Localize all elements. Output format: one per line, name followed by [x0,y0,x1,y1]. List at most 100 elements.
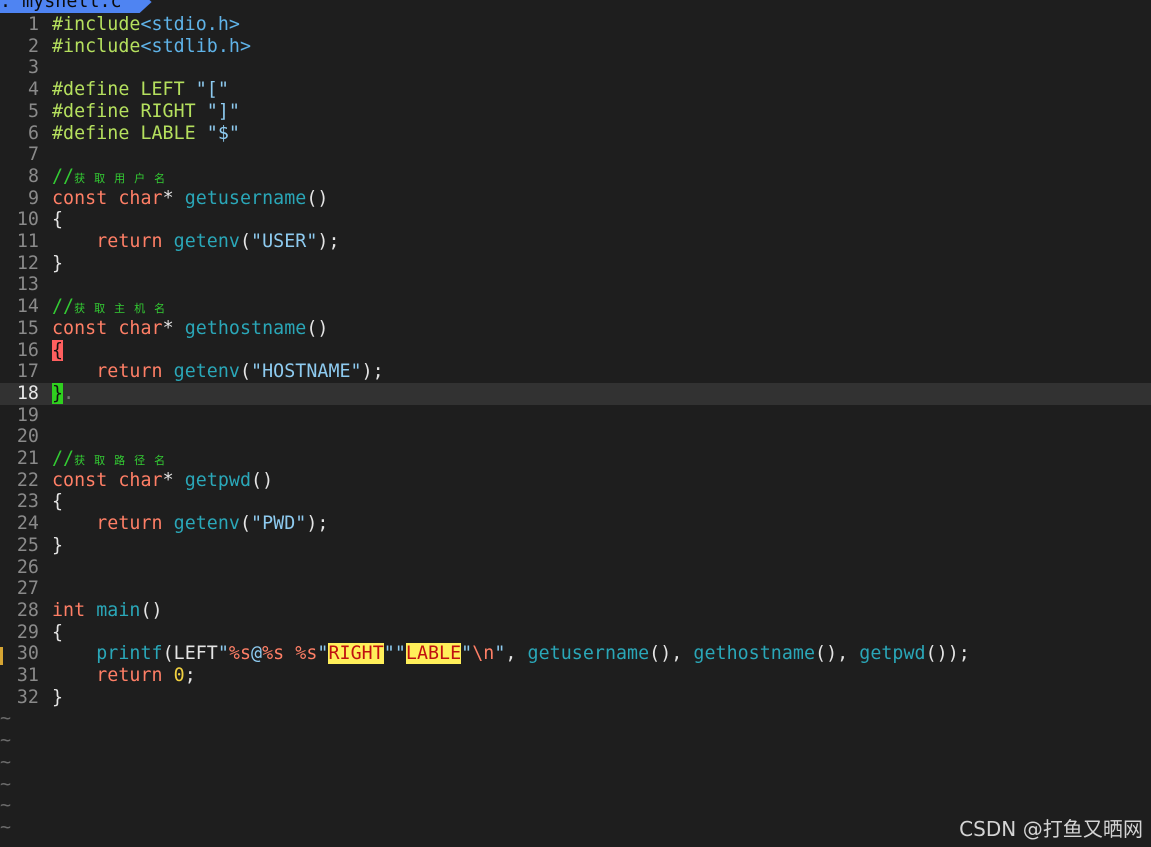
line-number: 5 [27,100,39,122]
file-tab[interactable]: : myshell.c [0,0,152,13]
code-line[interactable]: 12} [0,253,1151,275]
line-number: 19 [16,404,39,426]
code-line[interactable]: 25} [0,535,1151,557]
code-token: #define LEFT [52,79,196,101]
code-line[interactable]: 17 return getenv("HOSTNAME"); [0,361,1151,383]
code-line[interactable]: 31 return 0; [0,665,1151,687]
code-line[interactable]: 24 return getenv("PWD"); [0,513,1151,535]
code-token: * [162,317,185,339]
code-token: #define RIGHT [52,100,207,122]
code-line[interactable]: 21 //获取路径名 [0,448,1151,470]
code-line[interactable]: 30 printf(LEFT"%s@%s %s"RIGHT""LABLE"\n"… [0,643,1151,666]
tabline: : myshell.c [0,0,1151,13]
code-token: } [52,534,64,556]
code-token: (), [815,643,860,665]
code-token: %s [262,643,285,665]
code-token: { [52,621,64,643]
line-number: 2 [27,35,39,57]
code-text: #define LEFT "[" [52,79,229,101]
code-line[interactable]: 6 #define LABLE "$" [0,123,1151,145]
code-line[interactable]: 26 [0,557,1151,579]
code-token: \n [472,643,495,665]
code-line[interactable]: 9 const char* getusername() [0,188,1151,210]
code-line[interactable]: 4 #define LEFT "[" [0,79,1151,101]
code-token: char [118,187,163,209]
code-text: //获取主机名 [52,296,174,320]
code-line[interactable]: 10 { [0,209,1151,231]
line-number: 27 [16,578,39,600]
code-token: const [52,187,119,209]
code-token: gethostname [184,317,307,339]
line-number: 26 [16,556,39,578]
line-number: 30 [16,643,39,665]
code-line[interactable]: 29 { [0,622,1151,644]
line-number: 24 [16,513,39,535]
code-token: { [52,491,64,513]
line-number: 18 [16,382,39,404]
line-number: 28 [16,599,39,621]
code-text: { [52,491,63,513]
line-number: 16 [16,339,39,361]
code-line[interactable]: 23 { [0,491,1151,513]
code-line[interactable]: 3 [0,57,1151,79]
code-line[interactable]: 22 const char* getpwd() [0,470,1151,492]
code-token: getenv [173,361,240,383]
code-token: " [494,643,506,665]
line-number: 1 [27,14,39,35]
code-token: } [52,382,64,404]
code-text: return getenv("PWD"); [52,513,328,535]
code-token: main [96,599,141,621]
code-line[interactable]: 19 [0,405,1151,427]
code-token: ( [239,361,252,383]
code-line[interactable]: 13 [0,274,1151,296]
code-line[interactable]: 7 [0,144,1151,166]
code-token: return [96,513,174,535]
code-line[interactable]: 5 #define RIGHT "]" [0,101,1151,123]
code-line[interactable]: 11 return getenv("USER"); [0,231,1151,253]
code-line[interactable]: 15 const char* gethostname() [0,318,1151,340]
code-line[interactable]: 14 //获取主机名 [0,296,1151,318]
code-line[interactable]: 1 #include<stdio.h> [0,14,1151,36]
code-line[interactable]: 8 //获取用户名 [0,166,1151,188]
code-text: return getenv("USER"); [52,231,340,253]
code-token: <stdlib.h> [140,35,252,57]
code-line[interactable]: 16 { [0,339,1151,362]
code-token: "USER" [251,231,318,252]
code-token: ); [317,231,340,252]
code-token: } [52,252,64,274]
code-token: " [217,643,229,665]
tilde-line: ~ [0,751,12,773]
code-line[interactable]: 28 int main() [0,600,1151,622]
code-text: //获取用户名 [52,166,174,190]
code-line[interactable]: 20 [0,426,1151,448]
code-line[interactable]: 27 [0,578,1151,600]
code-text: return 0; [52,665,196,687]
code-token: ; [184,665,196,686]
line-number: 32 [16,686,39,708]
code-token: "[" [195,79,229,101]
code-token: printf [96,643,163,665]
code-token: // [52,165,75,187]
code-token: "]" [206,100,240,122]
code-token: %s [228,643,252,665]
line-number: 4 [27,79,39,101]
code-token: RIGHT [328,643,384,665]
code-token: char [118,317,163,339]
code-token: " [317,643,329,665]
code-text: }. [52,382,74,405]
code-token: () [306,187,329,209]
code-line[interactable]: 18}. [0,382,1151,405]
code-line[interactable]: 32} [0,687,1151,709]
vim-editor[interactable]: : myshell.c 1 #include<stdio.h> 2 #include<… [0,0,1151,847]
line-number: 29 [16,621,39,643]
line-number: 12 [16,252,39,274]
code-text: #define LABLE "$" [52,123,240,145]
code-text: } [52,687,63,709]
code-text: const char* gethostname() [52,318,328,340]
code-token: 获取主机名 [74,302,175,316]
code-line[interactable]: 2 #include<stdlib.h> [0,36,1151,58]
code-text: #include<stdio.h> [52,14,240,36]
